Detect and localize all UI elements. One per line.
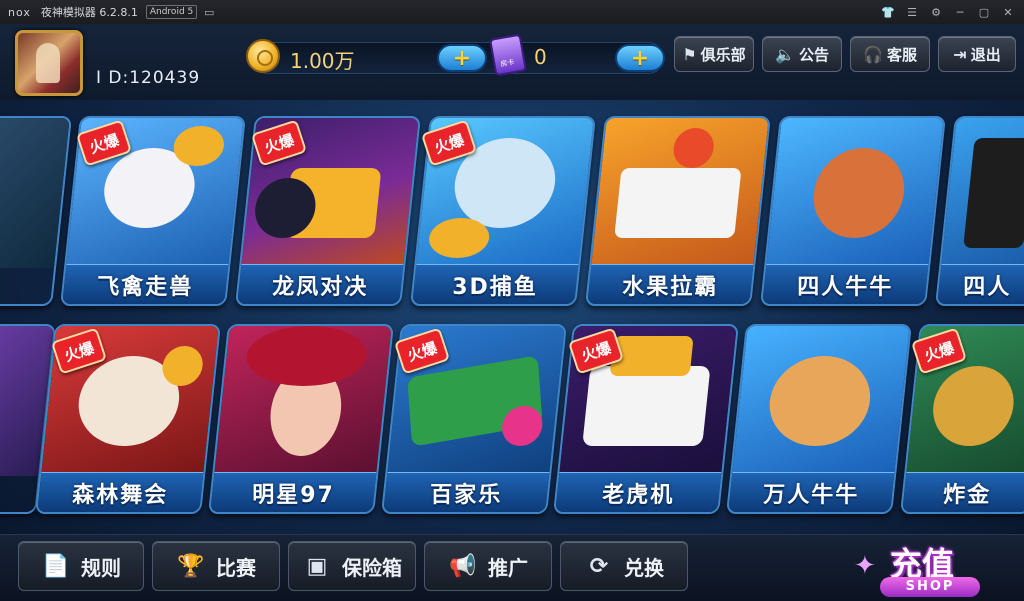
shirt-icon[interactable]: 👕 <box>876 0 900 24</box>
document-icon: 📄 <box>42 553 70 579</box>
nox-logo: nox <box>8 5 31 19</box>
rules-button[interactable]: 📄 规则 <box>18 541 144 591</box>
gold-coin-icon <box>246 39 280 73</box>
exit-icon: ⇥ <box>953 44 967 64</box>
bottom-bar: 📄 规则 🏆 比赛 ▣ 保险箱 📢 推广 ⟳ 兑换 ✦ 充值 SHOP <box>0 534 1024 601</box>
shop-recharge-button[interactable]: ✦ 充值 SHOP <box>850 541 1000 601</box>
game-label: 明星97 <box>251 482 335 508</box>
add-gold-button[interactable]: + <box>437 44 487 72</box>
game-tile-niuniu-10k[interactable]: 万人牛牛 <box>726 324 912 514</box>
minimize-icon[interactable]: ─ <box>948 0 972 24</box>
exit-button[interactable]: ⇥ 退出 <box>938 36 1016 72</box>
game-label: 水果拉霸 <box>622 274 719 300</box>
game-label: 飞禽走兽 <box>97 274 194 300</box>
club-button[interactable]: ⚑ 俱乐部 <box>674 36 754 72</box>
speaker-icon: 🔈 <box>775 44 795 64</box>
safe-icon: ▣ <box>306 553 328 579</box>
game-row-2: 森林舞会 明星97 百家乐 老虎机 万人牛牛 炸金 火爆 火爆 火爆 火爆 <box>0 324 1024 524</box>
game-label: 百家乐 <box>430 482 503 508</box>
exchange-button[interactable]: ⟳ 兑换 <box>560 541 688 591</box>
game-tile-partial-left[interactable] <box>0 116 72 306</box>
megaphone-icon: 📢 <box>449 553 477 579</box>
room-card-icon: 房卡 <box>488 33 528 77</box>
android-version-badge: Android 5 <box>145 5 198 19</box>
game-label: 3D捕鱼 <box>452 274 539 300</box>
shop-label: SHOP <box>880 577 980 597</box>
window-title: 夜神模拟器 6.2.8.1 <box>40 6 138 19</box>
game-label: 四人牛牛 <box>797 274 894 300</box>
game-label: 万人牛牛 <box>763 482 860 508</box>
top-bar: I D:120439 1.00万 + 房卡 0 + ⚑ 俱乐部 🔈 公告 🎧 客服 ⇥… <box>0 24 1024 100</box>
notice-button[interactable]: 🔈 公告 <box>762 36 842 72</box>
game-tile-star97[interactable]: 明星97 <box>208 324 394 514</box>
game-lobby: I D:120439 1.00万 + 房卡 0 + ⚑ 俱乐部 🔈 公告 🎧 客服 ⇥… <box>0 24 1024 601</box>
room-card-amount: 0 <box>534 45 547 69</box>
game-label: 龙凤对决 <box>272 274 369 300</box>
screen-icon[interactable]: ▭ <box>197 0 221 24</box>
trophy-icon: 🏆 <box>177 553 205 579</box>
exchange-icon: ⟳ <box>589 553 609 579</box>
game-tile-niuniu-4[interactable]: 四人牛牛 <box>760 116 946 306</box>
sparkle-icon: ✦ <box>854 551 876 581</box>
service-button[interactable]: 🎧 客服 <box>850 36 930 72</box>
gear-icon[interactable]: ⚙ <box>924 0 948 24</box>
avatar-figure <box>36 43 60 83</box>
game-tile-fruit[interactable]: 水果拉霸 <box>585 116 771 306</box>
gold-amount: 1.00万 <box>290 49 355 73</box>
game-label: 老虎机 <box>602 482 675 508</box>
match-button[interactable]: 🏆 比赛 <box>152 541 280 591</box>
emulator-title-bar: nox 夜神模拟器 6.2.8.1 Android 5 ▭ 👕 ☰ ⚙ ─ ▢ … <box>0 0 1024 24</box>
game-label: 炸金 <box>943 482 992 508</box>
game-tile-partial-right[interactable]: 四人 <box>935 116 1024 306</box>
user-id: I D:120439 <box>96 68 201 88</box>
game-row-1: 飞禽走兽 龙凤对决 3D捕鱼 水果拉霸 四人牛牛 四人 火爆 火爆 火爆 <box>0 116 1024 316</box>
flag-icon: ⚑ <box>682 44 697 64</box>
close-icon[interactable]: ✕ <box>996 0 1020 24</box>
menu-icon[interactable]: ☰ <box>900 0 924 24</box>
game-label: 四人 <box>963 274 1012 300</box>
game-label: 森林舞会 <box>72 482 169 508</box>
maximize-icon[interactable]: ▢ <box>972 0 996 24</box>
safe-button[interactable]: ▣ 保险箱 <box>288 541 416 591</box>
promote-button[interactable]: 📢 推广 <box>424 541 552 591</box>
headset-icon: 🎧 <box>863 44 883 64</box>
avatar[interactable] <box>15 30 83 96</box>
add-room-card-button[interactable]: + <box>615 44 665 72</box>
